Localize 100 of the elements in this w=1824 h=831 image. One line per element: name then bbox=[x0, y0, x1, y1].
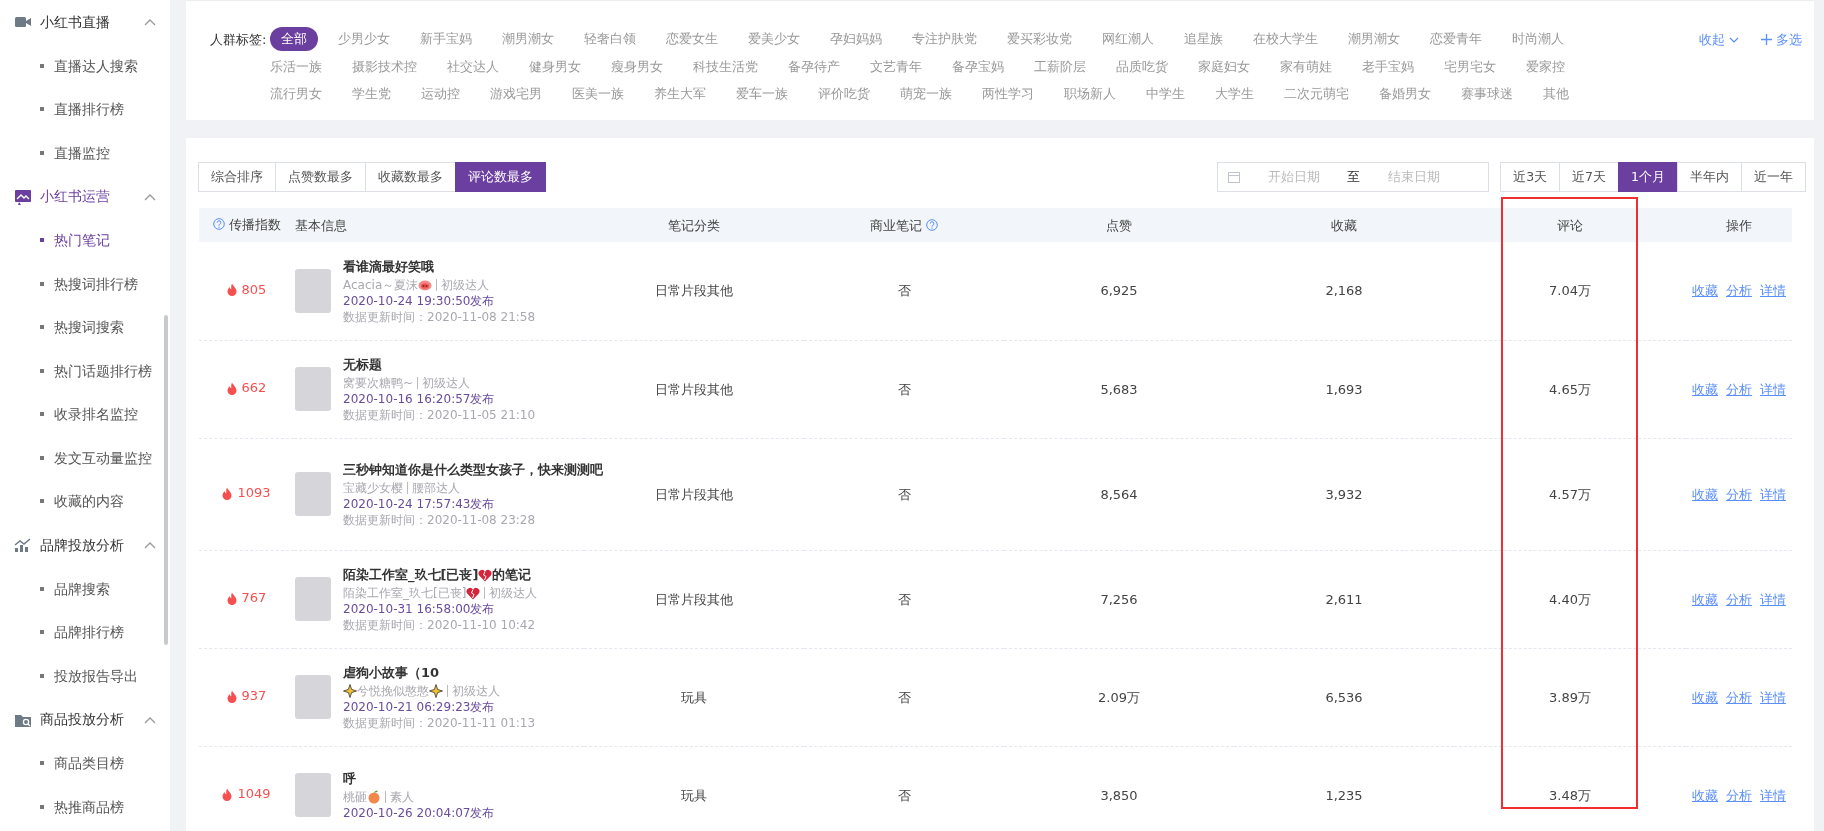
tag-chip[interactable]: 潮男潮女 bbox=[1348, 27, 1400, 51]
tag-chip[interactable]: 文艺青年 bbox=[870, 54, 922, 78]
tag-chip[interactable]: 家庭妇女 bbox=[1198, 54, 1250, 78]
table-cell: 3.89万 bbox=[1549, 689, 1591, 705]
menu-group-header[interactable]: 小红书运营 bbox=[0, 174, 170, 219]
tag-chip[interactable]: 爱美少女 bbox=[748, 27, 800, 51]
action-link[interactable]: 分析 bbox=[1726, 484, 1752, 504]
tag-chip[interactable]: 运动控 bbox=[421, 82, 460, 106]
tag-chip[interactable]: 其他 bbox=[1543, 82, 1569, 106]
end-date-field[interactable]: 结束日期 bbox=[1366, 166, 1462, 188]
start-date-field[interactable]: 开始日期 bbox=[1246, 166, 1342, 188]
action-link[interactable]: 分析 bbox=[1726, 379, 1752, 399]
action-link[interactable]: 收藏 bbox=[1692, 379, 1718, 399]
tag-chip[interactable]: 健身男女 bbox=[529, 54, 581, 78]
tag-chip[interactable]: 评价吃货 bbox=[818, 82, 870, 106]
menu-group-header[interactable]: 小红书直播 bbox=[0, 0, 170, 44]
tag-chip[interactable]: 赛事球迷 bbox=[1461, 82, 1513, 106]
tag-chip[interactable]: 老手宝妈 bbox=[1362, 54, 1414, 78]
tag-chip[interactable]: 乐活一族 bbox=[270, 54, 322, 78]
tag-chip[interactable]: 恋爱女生 bbox=[666, 27, 718, 51]
action-link[interactable]: 收藏 bbox=[1692, 687, 1718, 707]
tag-chip[interactable]: 家有萌娃 bbox=[1280, 54, 1332, 78]
tag-chip[interactable]: 中学生 bbox=[1146, 82, 1185, 106]
tag-chip[interactable]: 学生党 bbox=[352, 82, 391, 106]
period-button[interactable]: 半年内 bbox=[1677, 161, 1742, 193]
action-link[interactable]: 详情 bbox=[1760, 484, 1786, 504]
tag-chip[interactable]: 社交达人 bbox=[447, 54, 499, 78]
tag-chip[interactable]: 宅男宅女 bbox=[1444, 54, 1496, 78]
action-link[interactable]: 详情 bbox=[1760, 589, 1786, 609]
tag-chip[interactable]: 轻奢白领 bbox=[584, 27, 636, 51]
tag-chip[interactable]: 流行男女 bbox=[270, 82, 322, 106]
tag-chip[interactable]: 孕妇妈妈 bbox=[830, 27, 882, 51]
menu-item[interactable]: 收录排名监控 bbox=[0, 392, 170, 436]
tag-chip[interactable]: 追星族 bbox=[1184, 27, 1223, 51]
tag-chip[interactable]: 新手宝妈 bbox=[420, 27, 472, 51]
sort-button[interactable]: 综合排序 bbox=[198, 161, 276, 193]
menu-item[interactable]: 直播达人搜索 bbox=[0, 44, 170, 88]
menu-item[interactable]: 品牌搜索 bbox=[0, 567, 170, 611]
action-link[interactable]: 详情 bbox=[1760, 785, 1786, 805]
action-link[interactable]: 收藏 bbox=[1692, 785, 1718, 805]
period-button[interactable]: 近3天 bbox=[1500, 161, 1561, 193]
sort-button[interactable]: 点赞数最多 bbox=[275, 161, 366, 193]
menu-item[interactable]: 投放报告导出 bbox=[0, 654, 170, 698]
flame-icon bbox=[222, 486, 233, 500]
calendar-icon bbox=[1228, 170, 1241, 183]
menu-item[interactable]: 热门话题排行榜 bbox=[0, 349, 170, 393]
scrollbar[interactable] bbox=[164, 315, 168, 645]
tag-chip[interactable]: 恋爱青年 bbox=[1430, 27, 1482, 51]
action-link[interactable]: 收藏 bbox=[1692, 484, 1718, 504]
tag-chip[interactable]: 备婚男女 bbox=[1379, 82, 1431, 106]
tag-chip[interactable]: 科技生活党 bbox=[693, 54, 758, 78]
menu-item[interactable]: 热搜词搜索 bbox=[0, 305, 170, 349]
tag-chip[interactable]: 在校大学生 bbox=[1253, 27, 1318, 51]
tag-chip[interactable]: 潮男潮女 bbox=[502, 27, 554, 51]
tag-chip[interactable]: 工薪阶层 bbox=[1034, 54, 1086, 78]
period-button[interactable]: 近一年 bbox=[1741, 161, 1806, 193]
menu-item[interactable]: 直播排行榜 bbox=[0, 87, 170, 131]
menu-item[interactable]: 收藏的内容 bbox=[0, 479, 170, 523]
menu-item[interactable]: 品牌排行榜 bbox=[0, 610, 170, 654]
action-link[interactable]: 详情 bbox=[1760, 281, 1786, 301]
tag-chip[interactable]: 游戏宅男 bbox=[490, 82, 542, 106]
action-link[interactable]: 收藏 bbox=[1692, 281, 1718, 301]
sort-button[interactable]: 评论数最多 bbox=[455, 161, 546, 193]
tag-chip[interactable]: 两性学习 bbox=[982, 82, 1034, 106]
tag-chip[interactable]: 少男少女 bbox=[338, 27, 390, 51]
tag-chip[interactable]: 瘦身男女 bbox=[611, 54, 663, 78]
tag-chip[interactable]: 爱买彩妆党 bbox=[1007, 27, 1072, 51]
action-link[interactable]: 分析 bbox=[1726, 785, 1752, 805]
action-link[interactable]: 详情 bbox=[1760, 379, 1786, 399]
tag-chip[interactable]: 养生大军 bbox=[654, 82, 706, 106]
tag-chip[interactable]: 爱家控 bbox=[1526, 54, 1565, 78]
action-link[interactable]: 分析 bbox=[1726, 281, 1752, 301]
tag-chip[interactable]: 专注护肤党 bbox=[912, 27, 977, 51]
action-link[interactable]: 分析 bbox=[1726, 589, 1752, 609]
tag-chip[interactable]: 备孕宝妈 bbox=[952, 54, 1004, 78]
menu-item[interactable]: 热门笔记 bbox=[0, 218, 170, 262]
menu-group-header[interactable]: 商品投放分析 bbox=[0, 697, 170, 742]
tag-chip[interactable]: 职场新人 bbox=[1064, 82, 1116, 106]
period-button[interactable]: 近7天 bbox=[1559, 161, 1620, 193]
menu-item[interactable]: 发文互动量监控 bbox=[0, 436, 170, 480]
tag-chip[interactable]: 大学生 bbox=[1215, 82, 1254, 106]
menu-group-header[interactable]: 品牌投放分析 bbox=[0, 523, 170, 567]
tag-chip[interactable]: 网红潮人 bbox=[1102, 27, 1154, 51]
period-button[interactable]: 1个月 bbox=[1618, 161, 1678, 193]
action-link[interactable]: 分析 bbox=[1726, 687, 1752, 707]
menu-item[interactable]: 直播监控 bbox=[0, 131, 170, 175]
action-link[interactable]: 收藏 bbox=[1692, 589, 1718, 609]
menu-item[interactable]: 热推商品榜 bbox=[0, 785, 170, 829]
multi-select-link[interactable]: 多选 bbox=[1761, 30, 1802, 50]
tag-chip[interactable]: 时尚潮人 bbox=[1512, 27, 1564, 51]
tag-chip[interactable]: 备孕待产 bbox=[788, 54, 840, 78]
tag-chip[interactable]: 品质吃货 bbox=[1116, 54, 1168, 78]
menu-item[interactable]: 热搜词排行榜 bbox=[0, 262, 170, 306]
menu-item[interactable]: 商品类目榜 bbox=[0, 741, 170, 785]
collapse-link[interactable]: 收起 bbox=[1699, 30, 1739, 50]
tag-chip[interactable]: 二次元萌宅 bbox=[1284, 82, 1349, 106]
tag-chip[interactable]: 全部 bbox=[270, 27, 318, 51]
tag-chip[interactable]: 摄影技术控 bbox=[352, 54, 417, 78]
sort-button[interactable]: 收藏数最多 bbox=[365, 161, 456, 193]
action-link[interactable]: 详情 bbox=[1760, 687, 1786, 707]
